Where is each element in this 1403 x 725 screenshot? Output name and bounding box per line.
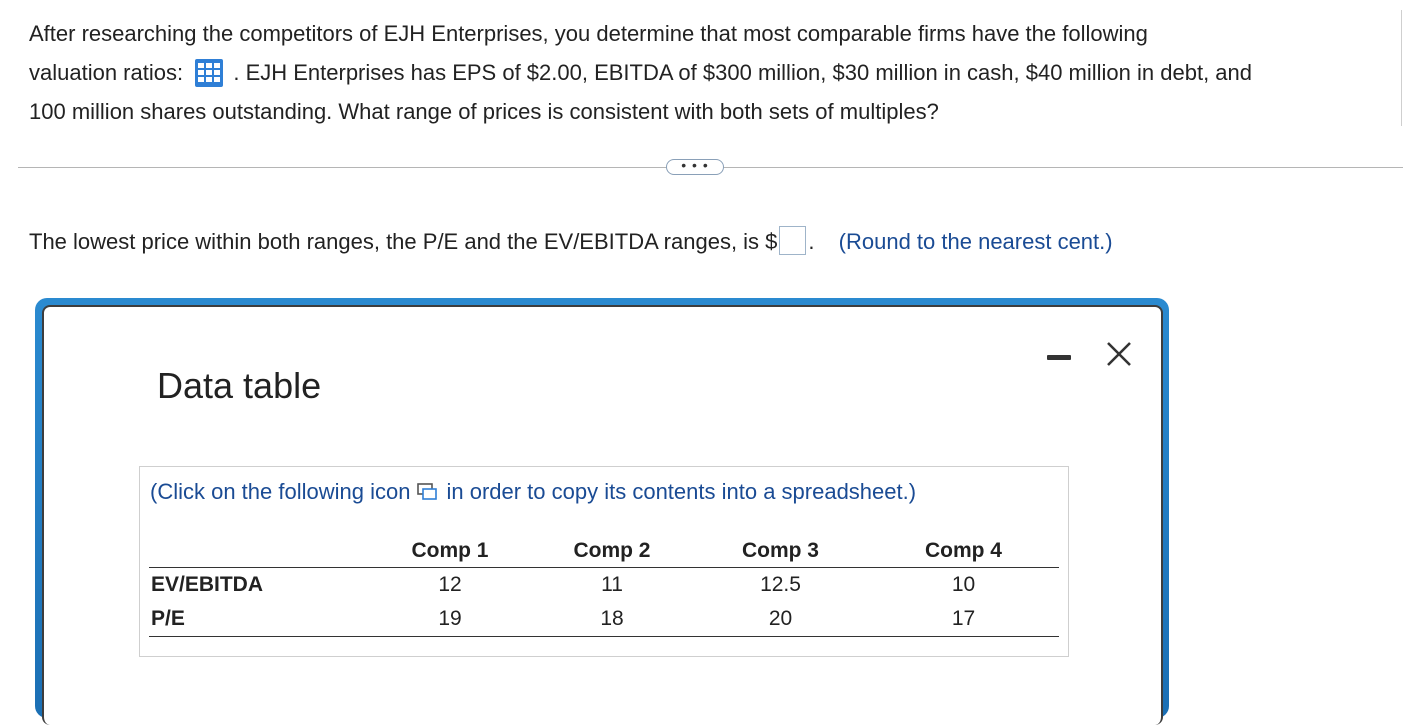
- answer-prompt: The lowest price within both ranges, the…: [29, 226, 1113, 258]
- question-line-2-end: . EJH Enterprises has EPS of $2.00, EBIT…: [233, 60, 1252, 85]
- instruction-start: (Click on the following icon: [150, 479, 411, 504]
- question-line-3: 100 million shares outstanding. What ran…: [29, 99, 939, 124]
- table-cell: 12.5: [760, 573, 801, 596]
- round-hint: (Round to the nearest cent.): [838, 229, 1113, 254]
- header-comp-2: Comp 2: [531, 535, 693, 568]
- table-grid-icon[interactable]: [194, 58, 224, 88]
- table-cell: 11: [601, 573, 623, 596]
- header-empty: [149, 535, 369, 568]
- close-icon[interactable]: [1104, 339, 1134, 369]
- table-cell: 12: [438, 573, 462, 596]
- question-line-2: valuation ratios: . EJH Enterprises has …: [29, 53, 1389, 92]
- table-row: EV/EBITDA 12 11 12.5 10: [149, 568, 1059, 603]
- question-line-2-start: valuation ratios:: [29, 60, 184, 85]
- answer-input[interactable]: [779, 226, 807, 255]
- answer-prompt-text: The lowest price within both ranges, the…: [29, 229, 778, 254]
- copy-instruction: (Click on the following icon in order to…: [150, 479, 916, 505]
- scroll-edge: [1401, 10, 1402, 126]
- table-cell: 20: [693, 602, 868, 637]
- row-label-pe: P/E: [149, 602, 369, 637]
- modal-title: Data table: [157, 365, 322, 406]
- more-button[interactable]: • • •: [666, 158, 724, 175]
- valuation-ratios-table: Comp 1 Comp 2 Comp 3 Comp 4 EV/EBITDA 12…: [149, 535, 1059, 637]
- copy-spreadsheet-icon[interactable]: [416, 482, 438, 502]
- table-cell: 10: [951, 573, 976, 596]
- table-cell: 17: [868, 602, 1059, 637]
- row-label-ev-ebitda: EV/EBITDA: [151, 573, 264, 596]
- table-header-row: Comp 1 Comp 2 Comp 3 Comp 4: [149, 535, 1059, 568]
- data-table-modal: Data table (Click on the following icon …: [42, 305, 1163, 725]
- question-text: After researching the competitors of EJH…: [29, 14, 1389, 131]
- question-line-1: After researching the competitors of EJH…: [29, 21, 1148, 46]
- data-table-box: (Click on the following icon in order to…: [139, 466, 1069, 657]
- header-comp-3: Comp 3: [693, 535, 868, 568]
- header-comp-4: Comp 4: [868, 535, 1059, 568]
- table-cell: 18: [531, 602, 693, 637]
- minimize-icon[interactable]: [1044, 351, 1074, 361]
- header-comp-1: Comp 1: [369, 535, 531, 568]
- table-row: P/E 19 18 20 17: [149, 602, 1059, 637]
- instruction-end: in order to copy its contents into a spr…: [446, 479, 917, 504]
- answer-prompt-period: .: [808, 229, 815, 254]
- table-cell: 19: [369, 602, 531, 637]
